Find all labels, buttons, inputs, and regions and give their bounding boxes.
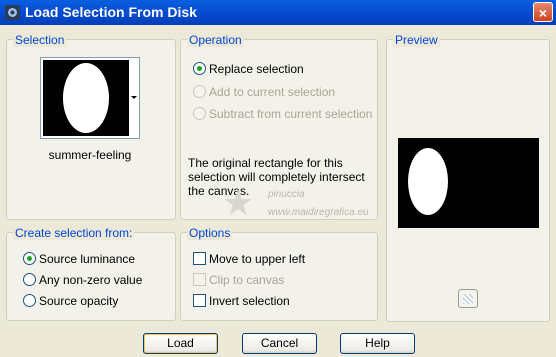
operation-group-label: Operation	[187, 33, 244, 47]
checkbox-indicator[interactable]	[193, 273, 206, 286]
thumbnail-caption: summer-feeling	[48, 148, 132, 162]
checkerboard-icon	[463, 294, 473, 304]
watermark: ★ pinuccia www.maidiregrafica.eu	[222, 185, 392, 230]
radio-label: Subtract from current selection	[209, 107, 373, 121]
chevron-down-icon[interactable]	[131, 96, 137, 99]
help-button[interactable]: Help	[340, 333, 415, 354]
checkbox-label: Clip to canvas	[209, 273, 285, 287]
radio-indicator[interactable]	[193, 107, 206, 120]
preview-group-label: Preview	[393, 33, 440, 47]
dialog-window: Load Selection From Disk × Selection sum…	[0, 0, 556, 357]
thumbnail-oval-shape	[63, 63, 109, 133]
title-bar[interactable]: Load Selection From Disk ×	[0, 0, 556, 25]
radio-label: Add to current selection	[209, 85, 336, 99]
selection-group-label: Selection	[13, 33, 67, 47]
preview-image	[398, 138, 539, 228]
radio-indicator[interactable]	[193, 85, 206, 98]
radio-indicator[interactable]	[193, 62, 206, 75]
load-button[interactable]: Load	[143, 333, 218, 354]
watermark-name: pinuccia	[268, 189, 305, 200]
checkbox-label: Invert selection	[209, 294, 290, 308]
star-icon: ★	[222, 182, 255, 223]
radio-indicator[interactable]	[23, 294, 36, 307]
cancel-button[interactable]: Cancel	[242, 333, 317, 354]
checkbox-label: Move to upper left	[209, 252, 306, 266]
preview-oval-shape	[408, 148, 448, 215]
selection-thumbnail	[43, 60, 129, 136]
preview-background-button[interactable]	[458, 289, 478, 308]
checkbox-indicator[interactable]	[193, 294, 206, 307]
close-button[interactable]: ×	[533, 2, 553, 22]
window-title: Load Selection From Disk	[25, 4, 197, 20]
radio-indicator[interactable]	[23, 252, 36, 265]
watermark-url: www.maidiregrafica.eu	[268, 207, 369, 218]
app-icon	[5, 5, 20, 20]
radio-label: Source luminance	[39, 252, 136, 266]
checkbox-indicator[interactable]	[193, 252, 206, 265]
radio-indicator[interactable]	[23, 273, 36, 286]
radio-label: Replace selection	[209, 62, 304, 76]
selection-thumbnail-dropdown[interactable]	[40, 57, 140, 139]
radio-label: Source opacity	[39, 294, 119, 308]
create-selection-from-label: Create selection from:	[13, 226, 135, 240]
radio-label: Any non-zero value	[39, 273, 143, 287]
